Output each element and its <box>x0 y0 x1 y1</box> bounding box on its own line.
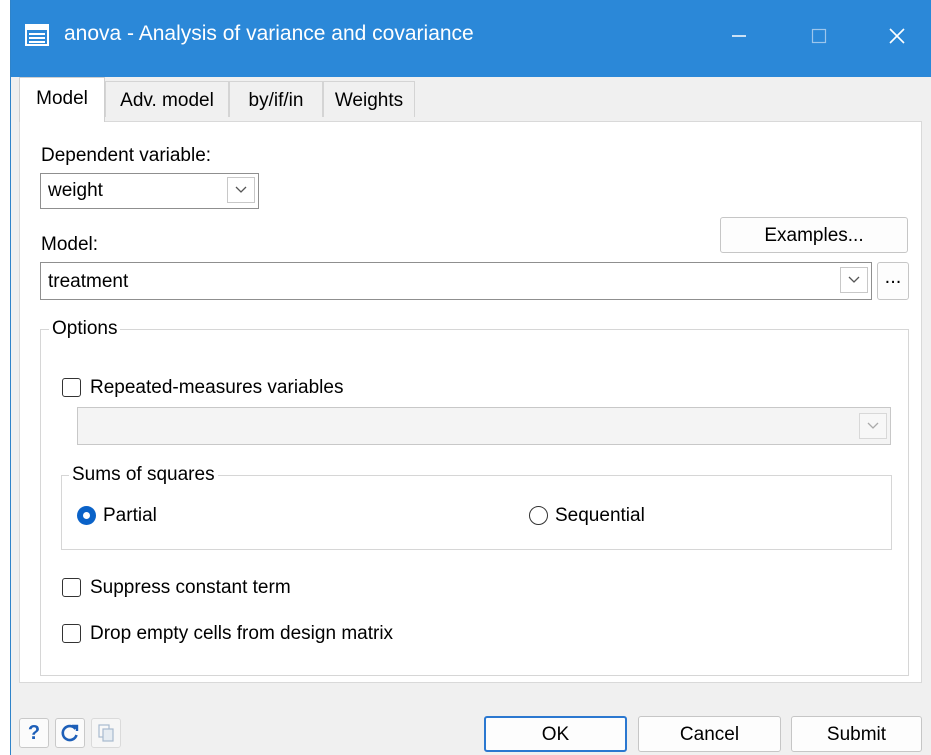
title-bar[interactable]: anova - Analysis of variance and covaria… <box>11 0 931 77</box>
dependent-variable-label: Dependent variable: <box>41 145 212 166</box>
suppress-constant-checkbox[interactable] <box>62 578 81 597</box>
examples-button[interactable]: Examples... <box>720 217 908 253</box>
ok-button[interactable]: OK <box>484 716 627 752</box>
help-button[interactable]: ? <box>19 718 49 748</box>
model-combobox[interactable]: treatment <box>40 262 872 300</box>
drop-empty-cells-checkbox[interactable] <box>62 624 81 643</box>
close-button[interactable] <box>869 14 925 58</box>
dependent-variable-dropdown-button[interactable] <box>227 177 255 203</box>
maximize-button[interactable] <box>791 14 847 58</box>
repeated-measures-dropdown-button[interactable] <box>859 413 887 439</box>
reset-button[interactable] <box>55 718 85 748</box>
anova-dialog-window: anova - Analysis of variance and covaria… <box>10 0 931 755</box>
minimize-button[interactable] <box>711 14 767 58</box>
dialog-form-icon <box>25 24 49 46</box>
options-legend: Options <box>49 318 121 340</box>
model-dropdown-button[interactable] <box>840 267 868 293</box>
suppress-constant-label[interactable]: Suppress constant term <box>90 577 291 599</box>
drop-empty-cells-label[interactable]: Drop empty cells from design matrix <box>90 623 393 645</box>
repeated-measures-label[interactable]: Repeated-measures variables <box>90 377 343 399</box>
model-browse-button[interactable]: ... <box>877 262 909 300</box>
model-tab-panel: Dependent variable: weight Model: Exampl… <box>19 121 922 683</box>
cancel-button[interactable]: Cancel <box>638 716 781 752</box>
tab-adv-model[interactable]: Adv. model <box>105 81 229 117</box>
sequential-radio-label[interactable]: Sequential <box>555 505 645 527</box>
sequential-radio[interactable] <box>529 506 548 525</box>
dependent-variable-value: weight <box>48 180 103 201</box>
partial-radio-label[interactable]: Partial <box>103 505 157 527</box>
copy-icon <box>98 724 114 742</box>
tab-model[interactable]: Model <box>19 77 105 122</box>
repeated-measures-checkbox[interactable] <box>62 378 81 397</box>
reset-icon <box>61 724 79 742</box>
minimize-icon <box>732 35 746 37</box>
chevron-down-icon <box>848 276 860 283</box>
model-label: Model: <box>41 234 99 255</box>
repeated-measures-combobox[interactable] <box>77 407 891 445</box>
submit-button[interactable]: Submit <box>791 716 922 752</box>
chevron-down-icon <box>867 422 879 429</box>
partial-radio[interactable] <box>77 506 96 525</box>
window-title: anova - Analysis of variance and covaria… <box>64 22 474 45</box>
close-icon <box>889 28 905 44</box>
copy-command-button[interactable] <box>91 718 121 748</box>
maximize-icon <box>811 28 827 44</box>
model-value: treatment <box>48 271 129 292</box>
sums-of-squares-group <box>61 475 892 550</box>
chevron-down-icon <box>235 186 247 193</box>
tab-weights[interactable]: Weights <box>323 81 415 117</box>
sums-of-squares-legend: Sums of squares <box>69 464 218 486</box>
tab-by-if-in[interactable]: by/if/in <box>229 81 323 117</box>
dependent-variable-combobox[interactable]: weight <box>40 173 259 209</box>
help-icon: ? <box>27 721 41 744</box>
